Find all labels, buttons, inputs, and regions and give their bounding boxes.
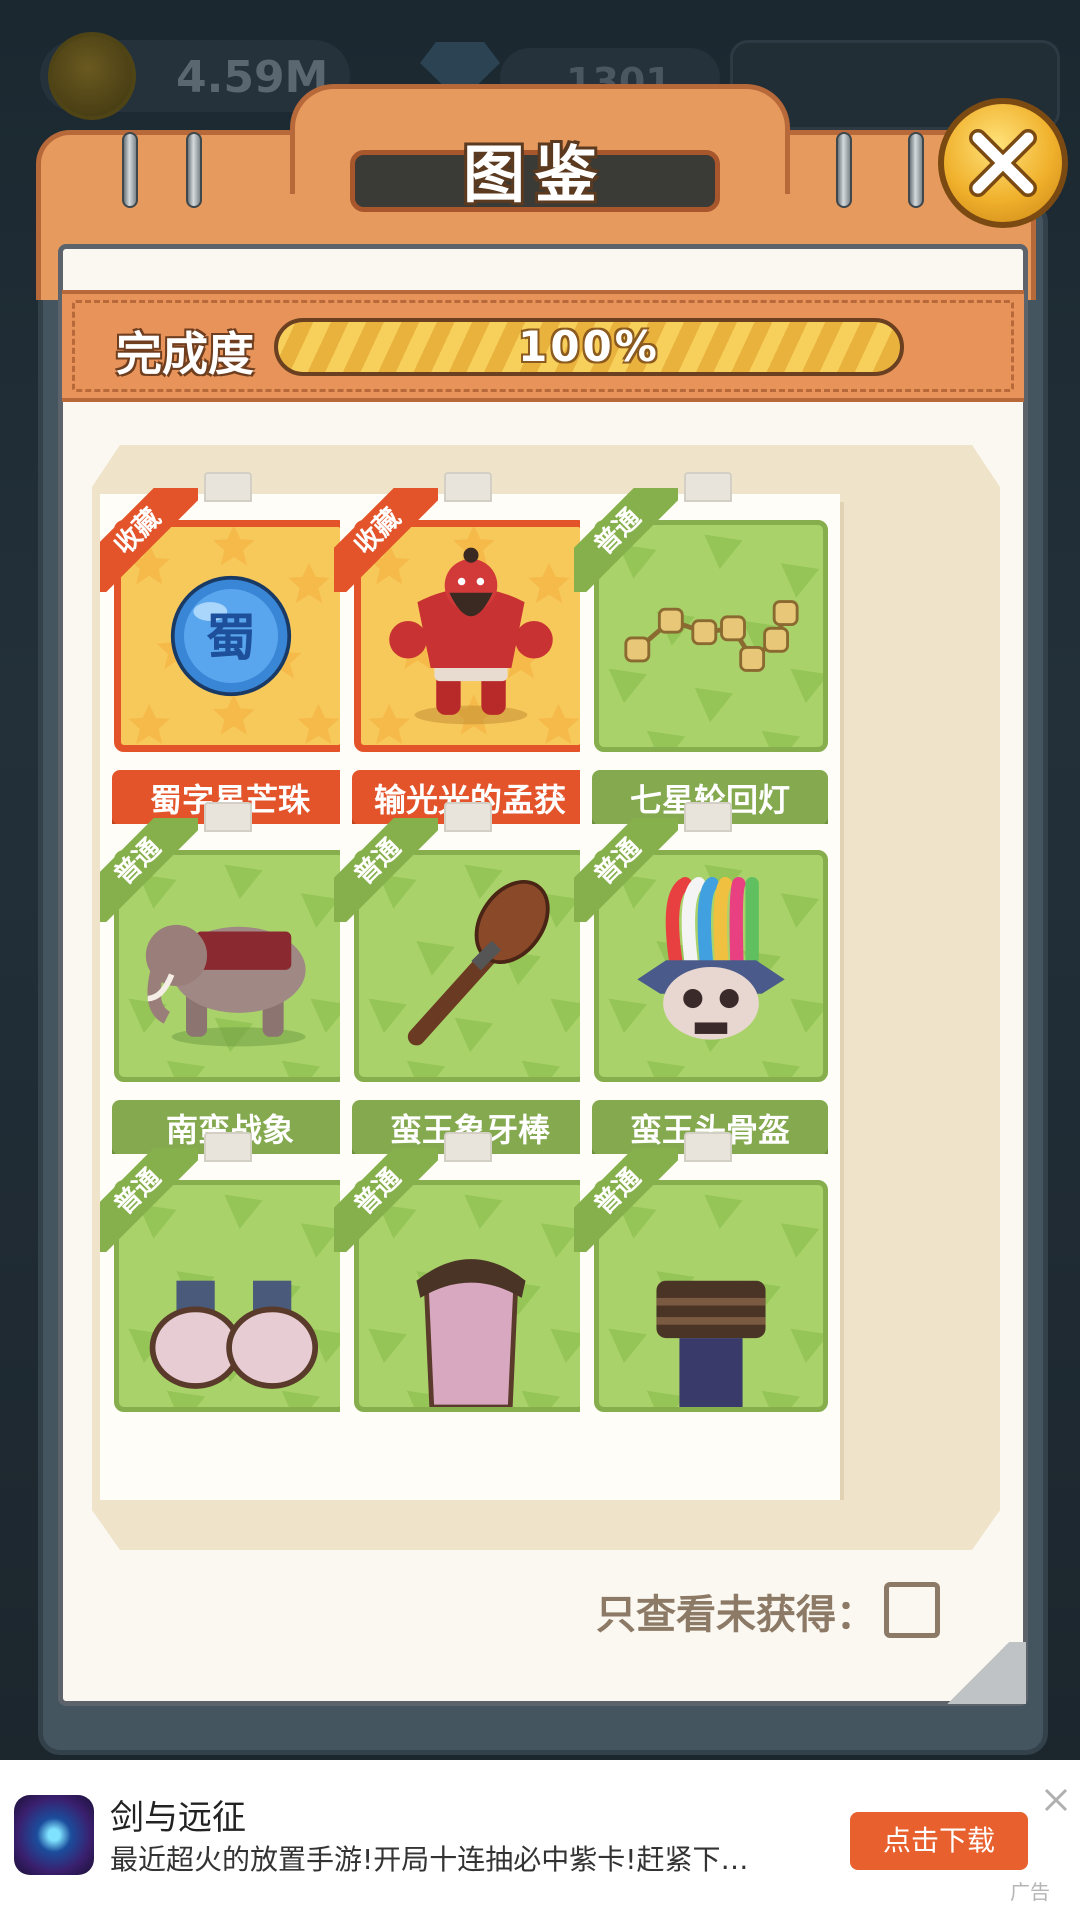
collection-card[interactable]: 普通 [100, 1132, 360, 1500]
collection-card[interactable]: 普通 南蛮战象 [100, 802, 360, 1184]
collection-card[interactable]: 收藏 输光光的孟获 [334, 472, 600, 854]
rarity-tag: 收藏 [100, 488, 198, 592]
binder-ring-icon [122, 132, 138, 208]
rarity-tag: 普通 [574, 818, 678, 922]
paper-clip [684, 1132, 732, 1162]
binder-ring-icon [836, 132, 852, 208]
game-app-icon[interactable] [14, 1795, 94, 1875]
rarity-ribbon: 普通 [334, 818, 438, 922]
rarity-tag: 收藏 [334, 488, 438, 592]
paper-clip [444, 472, 492, 502]
binder-ring-icon [908, 132, 924, 208]
rarity-ribbon: 普通 [100, 1148, 198, 1252]
close-button[interactable] [938, 98, 1068, 228]
svg-text:蜀: 蜀 [206, 608, 257, 667]
rarity-ribbon: 收藏 [334, 488, 438, 592]
paper-clip [444, 802, 492, 832]
collection-card[interactable]: 普通 [334, 1132, 600, 1500]
collection-card[interactable]: 普通 蛮王象牙棒 [334, 802, 600, 1184]
progress-percent: 100% [518, 322, 660, 371]
ad-description[interactable]: 最近超火的放置手游!开局十连抽必中紫卡!赶紧下… [110, 1838, 830, 1878]
ad-title[interactable]: 剑与远征 [110, 1790, 246, 1839]
collection-card[interactable]: 普通 [574, 1132, 840, 1500]
paper-clip [444, 1132, 492, 1162]
dialog-title: 图鉴 [462, 138, 607, 211]
collection-card[interactable]: 普通 蛮王头骨盔 [574, 802, 840, 1184]
close-icon [969, 129, 1037, 197]
rarity-tag: 普通 [574, 488, 678, 592]
download-button[interactable]: 点击下载 [850, 1812, 1028, 1870]
rarity-tag: 普通 [100, 818, 198, 922]
rarity-tag: 普通 [334, 1148, 438, 1252]
paper-clip [204, 472, 252, 502]
rarity-ribbon: 普通 [574, 1148, 678, 1252]
collection-card[interactable]: 蜀收藏 蜀字星芒珠 [100, 472, 360, 854]
unobtained-filter-checkbox[interactable] [884, 1582, 940, 1638]
collection-card[interactable]: 普通 七星轮回灯 [574, 472, 840, 854]
rarity-ribbon: 普通 [574, 488, 678, 592]
rarity-ribbon: 普通 [574, 818, 678, 922]
rarity-ribbon: 普通 [100, 818, 198, 922]
progress-label: 完成度 [116, 327, 254, 381]
rarity-tag: 普通 [334, 818, 438, 922]
rarity-ribbon: 收藏 [100, 488, 198, 592]
paper-clip [204, 1132, 252, 1162]
coin-icon [48, 32, 136, 120]
binder-ring-icon [186, 132, 202, 208]
paper-clip [684, 802, 732, 832]
ad-tag: 广告 [1010, 1880, 1050, 1904]
paper-clip [684, 472, 732, 502]
rarity-ribbon: 普通 [334, 1148, 438, 1252]
filter-label: 只查看未获得： [596, 1592, 876, 1638]
paper-clip [204, 802, 252, 832]
rarity-tag: 普通 [574, 1148, 678, 1252]
ad-close-icon[interactable] [1040, 1784, 1072, 1816]
rarity-tag: 普通 [100, 1148, 198, 1252]
page-curl [930, 1642, 1026, 1704]
card-grid[interactable]: 蜀收藏 蜀字星芒珠 收藏 输光光的孟获 普通 七星轮回灯 普通 南蛮战象 普通 蛮王象牙棒 普通 蛮王… [100, 470, 1000, 1500]
